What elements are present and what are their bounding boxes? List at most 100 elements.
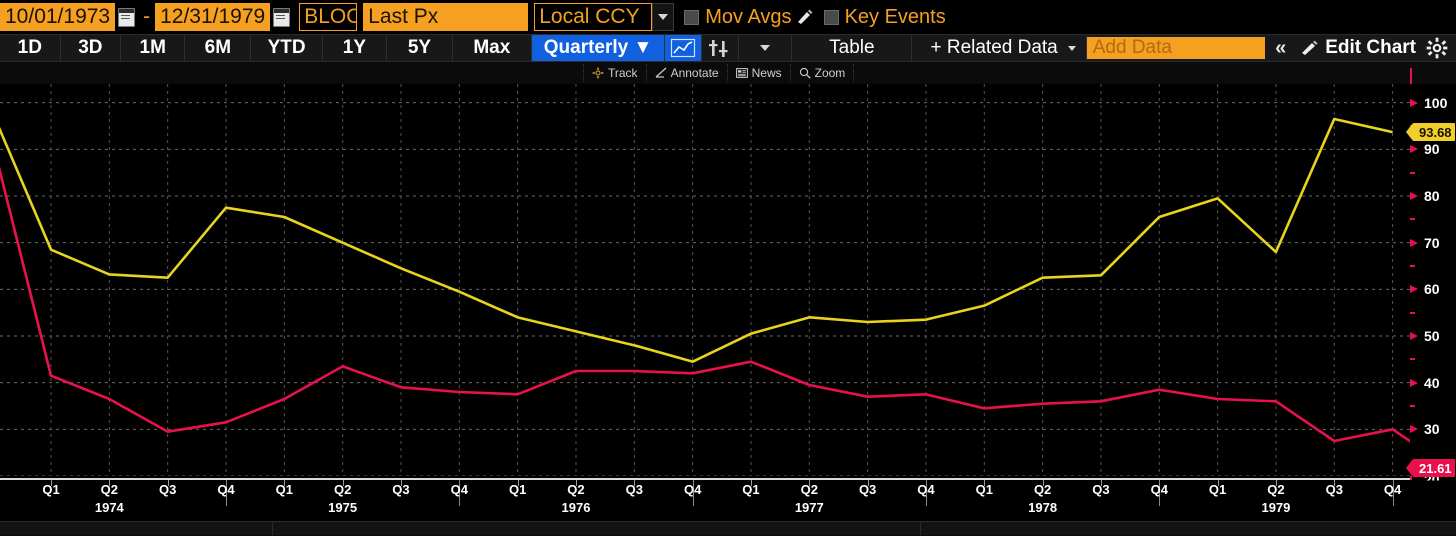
frequency-dropdown[interactable]: Quarterly ▼ [532,35,666,61]
zoom-tool[interactable]: Zoom [791,64,855,82]
series-line-yellow [0,113,1393,362]
gear-icon [1426,37,1448,59]
y-tick-mark [1410,332,1418,340]
chart-type-bar-button[interactable] [702,35,739,61]
x-tick-quarter-label: Q2 [101,482,118,497]
x-tick-quarter-label: Q3 [159,482,176,497]
related-data-caret[interactable] [1066,35,1087,61]
x-tick-year-label: 1975 [328,500,357,515]
chart-plot-area[interactable] [0,84,1410,476]
strip-segment-2[interactable] [273,522,921,535]
y-minor-tick [1410,218,1415,220]
edit-chart-button[interactable]: Edit Chart [1294,35,1422,61]
annotate-tool-label: Annotate [671,66,719,80]
period-3d[interactable]: 3D [61,35,122,61]
x-tick-quarter-label: Q2 [334,482,351,497]
zoom-tool-label: Zoom [815,66,846,80]
y-tick-mark [1410,145,1418,153]
period-ytd[interactable]: YTD [251,35,322,61]
chevron-down-icon [658,14,668,20]
x-tick-year-label: 1977 [795,500,824,515]
period-5y[interactable]: 5Y [387,35,453,61]
period-1y[interactable]: 1Y [323,35,387,61]
strip-segment-3[interactable] [921,522,1456,535]
price-field-input[interactable]: Last Px [363,3,528,31]
x-tick-quarter-label: Q1 [276,482,293,497]
start-date-input[interactable]: 10/01/1973 [0,3,115,31]
currency-dropdown-button[interactable] [652,3,674,31]
chart-type-line-button[interactable] [665,35,702,61]
y-tick-mark [1410,379,1418,387]
x-axis-labels[interactable]: Q1Q21974Q3Q4Q1Q21975Q3Q4Q1Q21976Q3Q4Q1Q2… [0,480,1410,520]
news-icon [736,67,748,79]
line-chart-icon [670,38,696,58]
y-tick-mark [1410,99,1418,107]
last-price-tag-red: 21.61 [1413,459,1455,477]
bottom-panel-strip[interactable] [0,521,1456,536]
chevron-down-icon-charttype [760,45,770,51]
x-tick-quarter-label: Q4 [917,482,934,497]
x-tick-quarter-label: Q3 [859,482,876,497]
track-tool[interactable]: Track [583,64,647,82]
y-tick-mark [1410,192,1418,200]
vertical-gridlines [51,84,1393,476]
chart-canvas [0,84,1410,476]
annotate-tool[interactable]: Annotate [647,64,728,82]
y-tick-mark [1410,239,1418,247]
x-tick-quarter-label: Q4 [684,482,701,497]
x-tick-quarter-label: Q4 [217,482,234,497]
y-tick-label: 30 [1424,421,1440,437]
source-field[interactable]: BLOOM [299,3,357,31]
double-chevron-left-icon: « [1275,37,1284,60]
period-1d[interactable]: 1D [0,35,61,61]
y-tick-label: 50 [1424,328,1440,344]
series-line-red [0,142,1410,468]
y-tick-label: 70 [1424,235,1440,251]
end-date-input[interactable]: 12/31/1979 [155,3,270,31]
currency-field-input[interactable]: Local CCY [534,3,652,31]
period-6m[interactable]: 6M [185,35,251,61]
x-tick-quarter-label: Q4 [451,482,468,497]
key-events-checkbox[interactable] [824,10,839,25]
related-data-button[interactable]: + Related Data [912,35,1065,61]
x-tick-quarter-label: Q2 [1267,482,1284,497]
y-minor-tick [1410,172,1415,174]
x-tick-quarter-label: Q2 [801,482,818,497]
x-tick-quarter-label: Q3 [392,482,409,497]
y-tick-label: 90 [1424,141,1440,157]
x-tick-quarter-label: Q3 [626,482,643,497]
chevron-down-icon-related [1068,46,1076,51]
mov-avgs-checkbox[interactable] [684,10,699,25]
y-axis[interactable]: 3040506070809010020 [1410,84,1456,476]
bar-chart-icon [708,38,732,58]
bloomberg-chart-app: 10/01/1973 - 12/31/1979 BLOOM Last Px Lo… [0,0,1456,535]
pencil-icon-edit [1300,40,1320,56]
calendar-icon[interactable] [118,8,135,27]
y-minor-tick [1410,312,1415,314]
add-data-input[interactable]: Add Data [1087,37,1265,59]
pencil-icon[interactable] [796,9,814,25]
y-tick-label: 80 [1424,188,1440,204]
collapse-button[interactable]: « [1265,35,1294,61]
y-tick-label: 100 [1424,95,1447,111]
chart-type-more-dropdown[interactable] [739,35,792,61]
key-events-label[interactable]: Key Events [845,6,946,29]
chart-tools-toolbar: Track Annotate News [0,62,1456,84]
y-tick-mark [1410,425,1418,433]
news-tool[interactable]: News [728,64,791,82]
period-max[interactable]: Max [453,35,532,61]
table-button[interactable]: Table [792,35,912,61]
mov-avgs-label[interactable]: Mov Avgs [705,6,791,29]
settings-button[interactable] [1422,35,1456,61]
x-tick-quarter-label: Q2 [1034,482,1051,497]
x-tick-quarter-label: Q1 [742,482,759,497]
date-and-field-toolbar: 10/01/1973 - 12/31/1979 BLOOM Last Px Lo… [0,0,1456,34]
x-tick-quarter-label: Q4 [1384,482,1401,497]
period-1m[interactable]: 1M [121,35,185,61]
news-tool-label: News [752,66,782,80]
x-tick-quarter-label: Q1 [976,482,993,497]
strip-segment-1[interactable] [0,522,273,535]
last-price-tag-yellow: 93.68 [1413,123,1455,141]
x-tick-quarter-label: Q1 [509,482,526,497]
calendar-icon-end[interactable] [273,8,290,27]
